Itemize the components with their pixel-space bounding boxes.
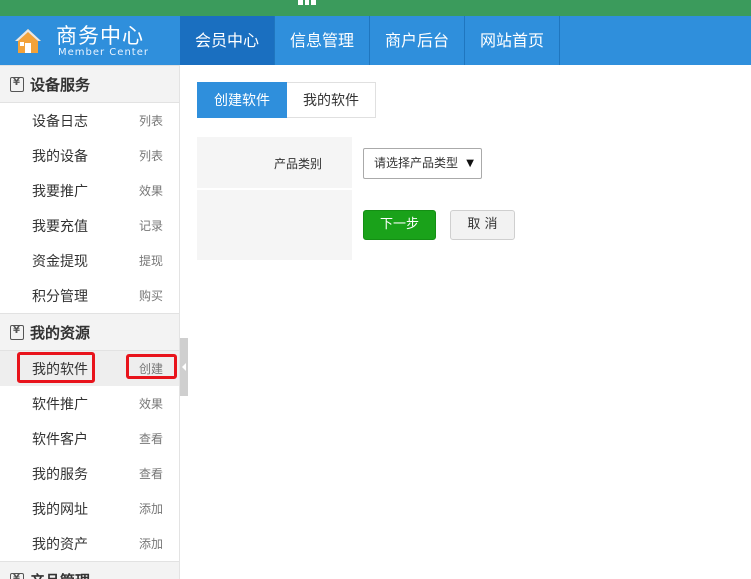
highlight-box-my-software bbox=[17, 352, 95, 383]
sidebar-item-label: 我要充值 bbox=[32, 218, 88, 235]
home-icon bbox=[15, 29, 41, 53]
main-nav: 会员中心 信息管理 商户后台 网站首页 bbox=[180, 16, 561, 65]
nav-site-home[interactable]: 网站首页 bbox=[465, 16, 561, 65]
category-select[interactable]: 请选择产品类型 ▼ bbox=[363, 148, 482, 179]
sidebar-item-action[interactable]: 列表 bbox=[139, 147, 163, 164]
sidebar-item-action[interactable]: 查看 bbox=[139, 430, 163, 447]
wallet-icon bbox=[10, 324, 24, 340]
section-title: 设备服务 bbox=[30, 75, 91, 94]
sidebar-item-action[interactable]: 列表 bbox=[139, 112, 163, 129]
sidebar-item-action[interactable]: 提现 bbox=[139, 252, 163, 269]
sidebar-section-product-management[interactable]: 产品管理 bbox=[0, 561, 179, 579]
sidebar-item-label: 资金提现 bbox=[32, 253, 88, 270]
sidebar-item-action[interactable]: 记录 bbox=[139, 217, 163, 234]
sidebar-item-my-urls[interactable]: 我的网址 添加 bbox=[0, 491, 179, 526]
next-step-button[interactable]: 下一步 bbox=[363, 210, 436, 240]
sidebar-item-action[interactable]: 效果 bbox=[139, 182, 163, 199]
wallet-icon bbox=[10, 76, 24, 92]
sidebar-item-label: 我的设备 bbox=[32, 148, 88, 165]
sidebar: 设备服务 设备日志 列表 我的设备 列表 我要推广 效果 我要充值 记录 资金提… bbox=[0, 65, 180, 579]
sidebar-item-label: 我的服务 bbox=[32, 466, 88, 483]
logo[interactable]: 商务中心 Member Center bbox=[0, 16, 180, 65]
sidebar-section-my-resources[interactable]: 我的资源 bbox=[0, 313, 179, 351]
cancel-button[interactable]: 取 消 bbox=[450, 210, 515, 240]
form-row-divider bbox=[197, 188, 352, 190]
sidebar-item-label: 设备日志 bbox=[32, 113, 88, 130]
site-subtitle: Member Center bbox=[58, 47, 149, 58]
sidebar-item-points[interactable]: 积分管理 购买 bbox=[0, 278, 179, 313]
sidebar-item-label: 我要推广 bbox=[32, 183, 88, 200]
sidebar-item-my-assets[interactable]: 我的资产 添加 bbox=[0, 526, 179, 561]
tab-my-software[interactable]: 我的软件 bbox=[287, 82, 376, 118]
category-select-value: 请选择产品类型 bbox=[374, 156, 459, 170]
sidebar-item-device-log[interactable]: 设备日志 列表 bbox=[0, 103, 179, 138]
sidebar-item-recharge[interactable]: 我要充值 记录 bbox=[0, 208, 179, 243]
sidebar-item-action[interactable]: 添加 bbox=[139, 500, 163, 517]
site-title: 商务中心 bbox=[56, 24, 144, 48]
highlight-box-create bbox=[126, 354, 177, 379]
tab-create-software[interactable]: 创建软件 bbox=[197, 82, 287, 118]
nav-merchant-backend[interactable]: 商户后台 bbox=[370, 16, 466, 65]
top-strip bbox=[0, 0, 751, 16]
sidebar-item-label: 软件推广 bbox=[32, 396, 88, 413]
sidebar-item-software-promotion[interactable]: 软件推广 效果 bbox=[0, 386, 179, 421]
sidebar-section-device-services[interactable]: 设备服务 bbox=[0, 65, 179, 103]
section-title: 我的资源 bbox=[30, 323, 91, 342]
dropdown-arrow-icon: ▼ bbox=[466, 158, 474, 169]
sidebar-collapse-handle[interactable] bbox=[180, 338, 188, 396]
sidebar-item-action[interactable]: 效果 bbox=[139, 395, 163, 412]
nav-member-center[interactable]: 会员中心 bbox=[180, 16, 276, 65]
category-label: 产品类别 bbox=[274, 157, 323, 171]
sidebar-item-my-services[interactable]: 我的服务 查看 bbox=[0, 456, 179, 491]
wallet-icon bbox=[10, 572, 24, 579]
sidebar-item-label: 积分管理 bbox=[32, 288, 88, 305]
sidebar-item-withdraw[interactable]: 资金提现 提现 bbox=[0, 243, 179, 278]
sidebar-item-action[interactable]: 购买 bbox=[139, 287, 163, 304]
nav-info-management[interactable]: 信息管理 bbox=[275, 16, 371, 65]
sidebar-item-label: 我的网址 bbox=[32, 501, 88, 518]
sidebar-item-promote[interactable]: 我要推广 效果 bbox=[0, 173, 179, 208]
sidebar-item-action[interactable]: 查看 bbox=[139, 465, 163, 482]
content-tabs: 创建软件 我的软件 bbox=[197, 82, 376, 118]
sidebar-item-label: 软件客户 bbox=[32, 431, 88, 448]
section-title: 产品管理 bbox=[30, 570, 90, 579]
sidebar-item-action[interactable]: 添加 bbox=[139, 535, 163, 552]
sidebar-item-label: 我的资产 bbox=[32, 536, 88, 553]
sidebar-item-my-devices[interactable]: 我的设备 列表 bbox=[0, 138, 179, 173]
sidebar-item-software-customers[interactable]: 软件客户 查看 bbox=[0, 421, 179, 456]
header: 商务中心 Member Center 会员中心 信息管理 商户后台 网站首页 bbox=[0, 16, 751, 65]
strip-glyph-icon bbox=[298, 0, 317, 6]
